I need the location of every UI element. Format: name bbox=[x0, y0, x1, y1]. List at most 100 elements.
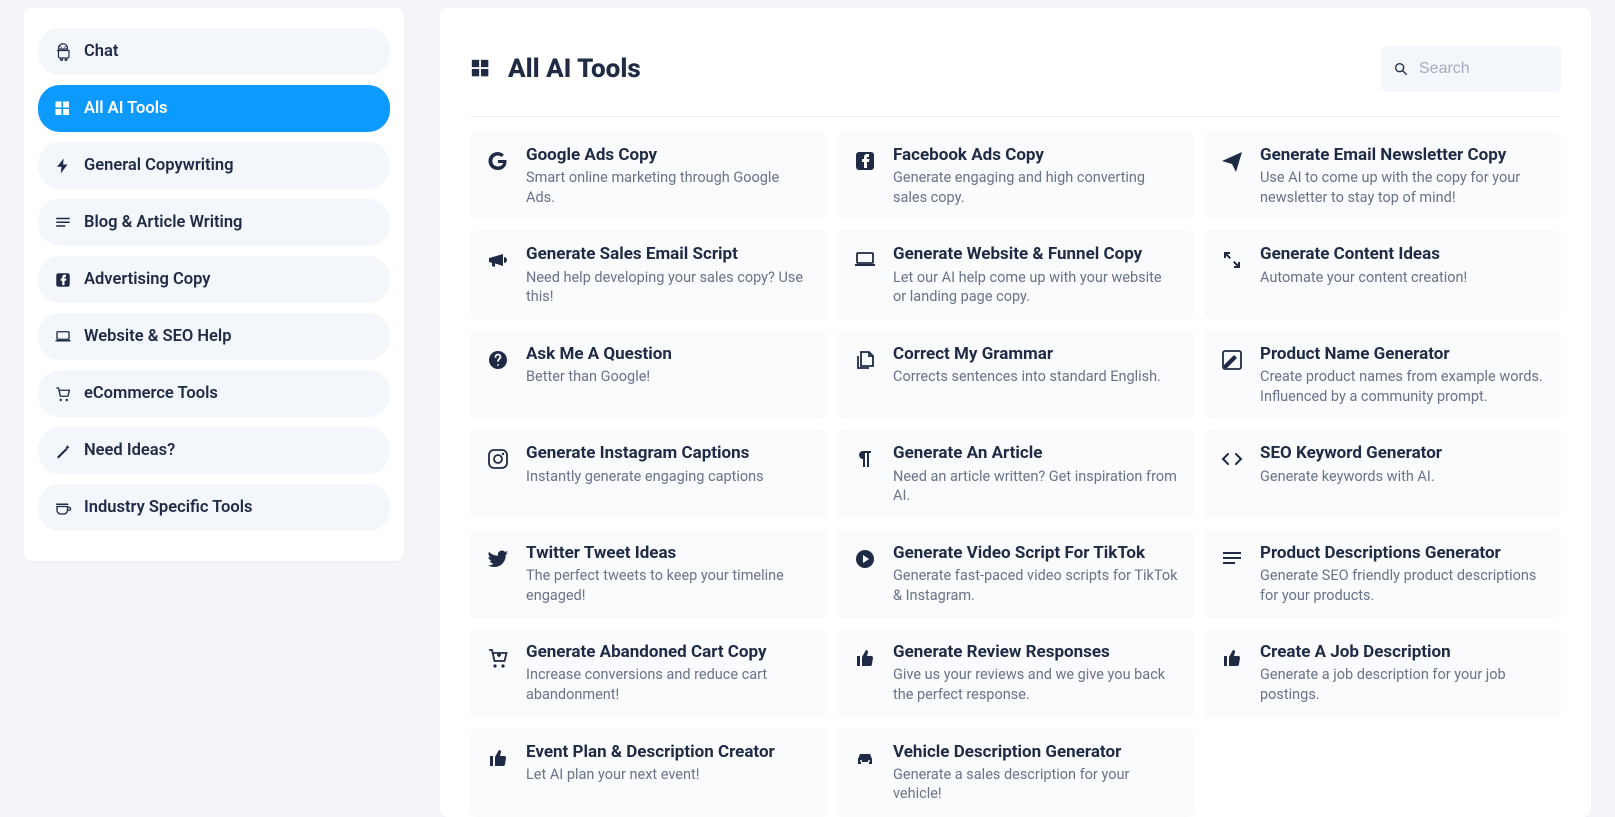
tool-title: Facebook Ads Copy bbox=[893, 145, 1178, 166]
tool-title: Generate An Article bbox=[893, 443, 1178, 464]
sidebar-item-blog-article[interactable]: Blog & Article Writing bbox=[38, 199, 390, 246]
sidebar: Chat All AI Tools General Copywriting Bl… bbox=[24, 8, 404, 561]
sidebar-item-website-seo[interactable]: Website & SEO Help bbox=[38, 313, 390, 360]
page-title-wrap: All AI Tools bbox=[470, 54, 641, 84]
sidebar-item-general-copywriting[interactable]: General Copywriting bbox=[38, 142, 390, 189]
sidebar-item-all-ai-tools[interactable]: All AI Tools bbox=[38, 85, 390, 132]
tool-email-newsletter-copy[interactable]: Generate Email Newsletter Copy Use AI to… bbox=[1204, 131, 1561, 220]
sidebar-item-label: Advertising Copy bbox=[84, 270, 211, 289]
sidebar-item-need-ideas[interactable]: Need Ideas? bbox=[38, 427, 390, 474]
tool-desc: Instantly generate engaging captions bbox=[526, 467, 811, 487]
tool-desc: Generate fast-paced video scripts for Ti… bbox=[893, 566, 1178, 605]
sidebar-item-industry-specific[interactable]: Industry Specific Tools bbox=[38, 484, 390, 531]
tool-desc: The perfect tweets to keep your timeline… bbox=[526, 566, 811, 605]
tool-title: Product Descriptions Generator bbox=[1260, 543, 1545, 564]
page-title: All AI Tools bbox=[508, 54, 641, 84]
tool-desc: Generate keywords with AI. bbox=[1260, 467, 1545, 487]
tool-generate-article[interactable]: Generate An Article Need an article writ… bbox=[837, 429, 1194, 518]
tool-title: Generate Email Newsletter Copy bbox=[1260, 145, 1545, 166]
tool-desc: Generate a sales description for your ve… bbox=[893, 765, 1178, 804]
tool-desc: Smart online marketing through Google Ad… bbox=[526, 168, 811, 207]
tool-title: Generate Video Script For TikTok bbox=[893, 543, 1178, 564]
tool-title: Generate Abandoned Cart Copy bbox=[526, 642, 811, 663]
sidebar-item-label: General Copywriting bbox=[84, 156, 233, 175]
sidebar-item-label: Chat bbox=[84, 42, 118, 61]
main-header: All AI Tools bbox=[470, 46, 1561, 117]
tool-facebook-ads-copy[interactable]: Facebook Ads Copy Generate engaging and … bbox=[837, 131, 1194, 220]
play-icon bbox=[853, 547, 877, 571]
sidebar-item-chat[interactable]: Chat bbox=[38, 28, 390, 75]
tool-title: Correct My Grammar bbox=[893, 344, 1178, 365]
tool-website-funnel-copy[interactable]: Generate Website & Funnel Copy Let our A… bbox=[837, 230, 1194, 319]
file-copy-icon bbox=[853, 348, 877, 372]
coffee-icon bbox=[54, 499, 72, 517]
tool-content-ideas[interactable]: Generate Content Ideas Automate your con… bbox=[1204, 230, 1561, 319]
tool-twitter-tweet-ideas[interactable]: Twitter Tweet Ideas The perfect tweets t… bbox=[470, 529, 827, 618]
laptop-icon bbox=[54, 328, 72, 346]
main-panel: All AI Tools Google Ads Copy Smart onlin… bbox=[440, 8, 1591, 817]
tool-desc: Let our AI help come up with your websit… bbox=[893, 268, 1178, 307]
sidebar-item-advertising-copy[interactable]: Advertising Copy bbox=[38, 256, 390, 303]
tool-desc: Give us your reviews and we give you bac… bbox=[893, 665, 1178, 704]
tool-product-descriptions-generator[interactable]: Product Descriptions Generator Generate … bbox=[1204, 529, 1561, 618]
lines-icon bbox=[1220, 547, 1244, 571]
code-icon bbox=[1220, 447, 1244, 471]
tool-vehicle-description[interactable]: Vehicle Description Generator Generate a… bbox=[837, 728, 1194, 817]
twitter-icon bbox=[486, 547, 510, 571]
tool-title: Generate Review Responses bbox=[893, 642, 1178, 663]
tool-title: Ask Me A Question bbox=[526, 344, 811, 365]
search-wrap bbox=[1381, 46, 1561, 92]
question-icon bbox=[486, 348, 510, 372]
tool-event-plan-description[interactable]: Event Plan & Description Creator Let AI … bbox=[470, 728, 827, 817]
tool-title: Generate Content Ideas bbox=[1260, 244, 1545, 265]
tool-desc: Increase conversions and reduce cart aba… bbox=[526, 665, 811, 704]
tool-title: Generate Sales Email Script bbox=[526, 244, 811, 265]
tool-title: Google Ads Copy bbox=[526, 145, 811, 166]
tool-desc: Better than Google! bbox=[526, 367, 811, 387]
sidebar-item-ecommerce[interactable]: eCommerce Tools bbox=[38, 370, 390, 417]
instagram-icon bbox=[486, 447, 510, 471]
thumb-icon bbox=[486, 746, 510, 770]
android-icon bbox=[54, 43, 72, 61]
tool-job-description[interactable]: Create A Job Description Generate a job … bbox=[1204, 628, 1561, 717]
send-icon bbox=[1220, 149, 1244, 173]
tool-seo-keyword-generator[interactable]: SEO Keyword Generator Generate keywords … bbox=[1204, 429, 1561, 518]
thumb-icon bbox=[1220, 646, 1244, 670]
sidebar-item-label: All AI Tools bbox=[84, 99, 167, 118]
tool-google-ads-copy[interactable]: Google Ads Copy Smart online marketing t… bbox=[470, 131, 827, 220]
bolt-icon bbox=[54, 157, 72, 175]
tool-sales-email-script[interactable]: Generate Sales Email Script Need help de… bbox=[470, 230, 827, 319]
tool-title: SEO Keyword Generator bbox=[1260, 443, 1545, 464]
tool-ask-question[interactable]: Ask Me A Question Better than Google! bbox=[470, 330, 827, 419]
tool-review-responses[interactable]: Generate Review Responses Give us your r… bbox=[837, 628, 1194, 717]
tool-abandoned-cart-copy[interactable]: Generate Abandoned Cart Copy Increase co… bbox=[470, 628, 827, 717]
paragraph-icon bbox=[853, 447, 877, 471]
tool-desc: Generate a job description for your job … bbox=[1260, 665, 1545, 704]
tool-instagram-captions[interactable]: Generate Instagram Captions Instantly ge… bbox=[470, 429, 827, 518]
tool-title: Create A Job Description bbox=[1260, 642, 1545, 663]
tool-desc: Let AI plan your next event! bbox=[526, 765, 811, 785]
tool-title: Product Name Generator bbox=[1260, 344, 1545, 365]
facebook-icon bbox=[853, 149, 877, 173]
tool-video-script-tiktok[interactable]: Generate Video Script For TikTok Generat… bbox=[837, 529, 1194, 618]
tool-title: Generate Website & Funnel Copy bbox=[893, 244, 1178, 265]
laptop-icon bbox=[853, 248, 877, 272]
tool-grid: Google Ads Copy Smart online marketing t… bbox=[470, 117, 1561, 817]
edit-icon bbox=[1220, 348, 1244, 372]
wand-icon bbox=[54, 442, 72, 460]
thumb-icon bbox=[853, 646, 877, 670]
tool-desc: Automate your content creation! bbox=[1260, 268, 1545, 288]
tool-title: Event Plan & Description Creator bbox=[526, 742, 811, 763]
tool-title: Vehicle Description Generator bbox=[893, 742, 1178, 763]
tool-desc: Need help developing your sales copy? Us… bbox=[526, 268, 811, 307]
sidebar-item-label: Blog & Article Writing bbox=[84, 213, 242, 232]
tool-desc: Generate SEO friendly product descriptio… bbox=[1260, 566, 1545, 605]
tool-desc: Create product names from example words.… bbox=[1260, 367, 1545, 406]
tool-desc: Corrects sentences into standard English… bbox=[893, 367, 1178, 387]
sidebar-item-label: Website & SEO Help bbox=[84, 327, 232, 346]
tool-product-name-generator[interactable]: Product Name Generator Create product na… bbox=[1204, 330, 1561, 419]
tool-correct-grammar[interactable]: Correct My Grammar Corrects sentences in… bbox=[837, 330, 1194, 419]
tool-desc: Need an article written? Get inspiration… bbox=[893, 467, 1178, 506]
tool-desc: Use AI to come up with the copy for your… bbox=[1260, 168, 1545, 207]
facebook-icon bbox=[54, 271, 72, 289]
